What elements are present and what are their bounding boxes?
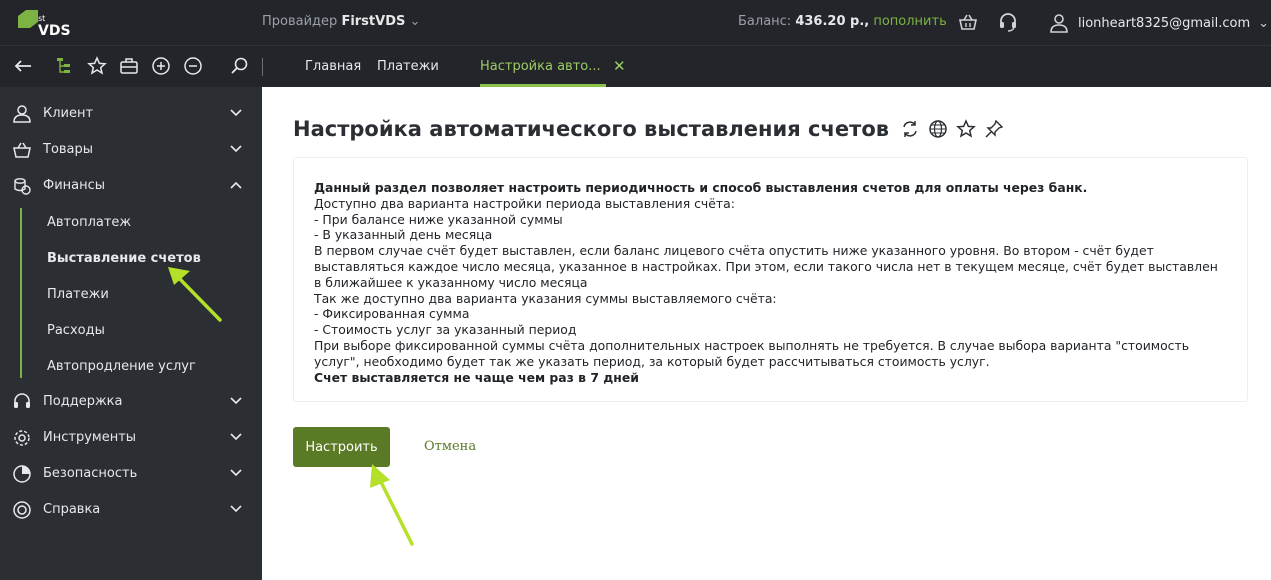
toolbar-divider bbox=[262, 58, 263, 76]
title-actions bbox=[900, 119, 1004, 139]
sidebar-item-client[interactable]: Клиент bbox=[0, 96, 262, 132]
info-line: Так же доступно два варианта указания су… bbox=[314, 290, 777, 306]
sidebar-item-products[interactable]: Товары bbox=[0, 132, 262, 168]
minus-circle-icon[interactable] bbox=[183, 56, 203, 76]
sidebar-item-support[interactable]: Поддержка bbox=[0, 384, 262, 420]
toolbar: Главная Платежи Настройка авто... ✕ bbox=[0, 45, 1271, 87]
chevron-down-icon bbox=[230, 505, 242, 513]
search-icon[interactable] bbox=[230, 56, 250, 76]
sidebar-item-label: Товары bbox=[43, 142, 94, 157]
pin-icon[interactable] bbox=[984, 119, 1004, 139]
info-line: Счет выставляется не чаще чем раз в 7 дн… bbox=[314, 369, 639, 385]
page-title: Настройка автоматического выставления сч… bbox=[293, 117, 890, 141]
lifebuoy-icon bbox=[13, 501, 31, 519]
tab-home[interactable]: Главная bbox=[305, 59, 361, 74]
coins-icon bbox=[14, 178, 31, 195]
chevron-down-icon bbox=[230, 469, 242, 477]
user-icon bbox=[13, 105, 31, 123]
provider-selector[interactable]: Провайдер FirstVDS ⌄ bbox=[262, 14, 420, 29]
sidebar-subitem-payments[interactable]: Платежи bbox=[47, 287, 109, 302]
sidebar: Клиент Товары Финансы Автоплатеж Выставл… bbox=[0, 87, 262, 580]
info-line: В первом случае счёт будет выставлен, ес… bbox=[314, 243, 1218, 290]
top-bar: st VDS Провайдер FirstVDS ⌄ Баланс: 436.… bbox=[0, 0, 1271, 45]
provider-name: FirstVDS bbox=[341, 14, 406, 29]
balance-value: 436.20 р., bbox=[795, 14, 870, 29]
tab-invoice-settings[interactable]: Настройка авто... bbox=[480, 59, 601, 74]
info-line: Доступно два варианта настройки периода … bbox=[314, 195, 735, 211]
sidebar-subitem-expenses[interactable]: Расходы bbox=[47, 323, 105, 338]
sidebar-item-label: Клиент bbox=[43, 106, 94, 121]
pie-icon bbox=[13, 465, 31, 483]
headset-icon bbox=[14, 393, 30, 408]
sidebar-item-label: Поддержка bbox=[43, 394, 123, 409]
cancel-button[interactable]: Отмена bbox=[424, 439, 476, 454]
svg-text:st: st bbox=[38, 14, 45, 23]
user-icon bbox=[1050, 14, 1068, 33]
close-tab-icon[interactable]: ✕ bbox=[613, 57, 626, 75]
basket-icon bbox=[13, 142, 31, 158]
chevron-down-icon: ⌄ bbox=[409, 14, 421, 29]
refresh-icon[interactable] bbox=[900, 119, 920, 139]
headset-icon[interactable] bbox=[997, 11, 1019, 33]
sidebar-item-security[interactable]: Безопасность bbox=[0, 456, 262, 492]
chevron-down-icon bbox=[230, 433, 242, 441]
user-menu[interactable]: lionheart8325@gmail.com ⌄ bbox=[1048, 12, 1269, 34]
main-content: Настройка автоматического выставления сч… bbox=[262, 87, 1271, 580]
star-icon[interactable] bbox=[87, 56, 107, 76]
sidebar-subitem-autopay[interactable]: Автоплатеж bbox=[47, 215, 131, 230]
info-line: При выборе фиксированной суммы счёта доп… bbox=[314, 337, 1190, 369]
chevron-down-icon bbox=[230, 145, 242, 153]
globe-icon[interactable] bbox=[928, 119, 948, 139]
back-arrow-icon[interactable] bbox=[13, 56, 33, 76]
firstvds-logo[interactable]: st VDS bbox=[16, 8, 76, 39]
chevron-up-icon bbox=[230, 181, 242, 189]
svg-text:VDS: VDS bbox=[38, 23, 71, 38]
user-email: lionheart8325@gmail.com bbox=[1078, 15, 1251, 31]
balance-label: Баланс: bbox=[738, 14, 792, 29]
sidebar-item-label: Справка bbox=[43, 502, 101, 517]
gear-icon bbox=[14, 430, 30, 446]
star-icon[interactable] bbox=[956, 119, 976, 139]
sidebar-item-label: Инструменты bbox=[43, 430, 137, 445]
info-line: - Стоимость услуг за указанный период bbox=[314, 322, 577, 338]
plus-circle-icon[interactable] bbox=[151, 56, 171, 76]
balance: Баланс: 436.20 р., пополнить bbox=[738, 14, 947, 29]
basket-icon[interactable] bbox=[957, 11, 979, 33]
chevron-down-icon bbox=[230, 109, 242, 117]
sidebar-item-label: Безопасность bbox=[43, 466, 138, 481]
sidebar-item-finance[interactable]: Финансы bbox=[0, 168, 262, 204]
tab-payments[interactable]: Платежи bbox=[377, 59, 439, 74]
provider-prefix: Провайдер bbox=[262, 14, 338, 29]
chevron-down-icon: ⌄ bbox=[1258, 15, 1270, 31]
info-line: - В указанный день месяца bbox=[314, 227, 493, 243]
sidebar-subitem-autorenew[interactable]: Автопродление услуг bbox=[47, 359, 196, 374]
top-up-link[interactable]: пополнить bbox=[873, 14, 946, 29]
info-box: Данный раздел позволяет настроить период… bbox=[293, 157, 1248, 402]
info-line: - При балансе ниже указанной суммы bbox=[314, 211, 563, 227]
tree-icon[interactable] bbox=[55, 56, 75, 76]
info-line: Данный раздел позволяет настроить период… bbox=[314, 180, 1088, 195]
sidebar-item-tools[interactable]: Инструменты bbox=[0, 420, 262, 456]
briefcase-icon[interactable] bbox=[119, 56, 139, 76]
configure-button[interactable]: Настроить bbox=[293, 427, 390, 467]
submenu-indicator-line bbox=[20, 208, 22, 378]
sidebar-subitem-invoicing[interactable]: Выставление счетов bbox=[47, 251, 201, 266]
sidebar-item-label: Финансы bbox=[43, 178, 106, 193]
sidebar-item-help[interactable]: Справка bbox=[0, 492, 262, 528]
info-line: - Фиксированная сумма bbox=[314, 306, 470, 322]
chevron-down-icon bbox=[230, 397, 242, 405]
